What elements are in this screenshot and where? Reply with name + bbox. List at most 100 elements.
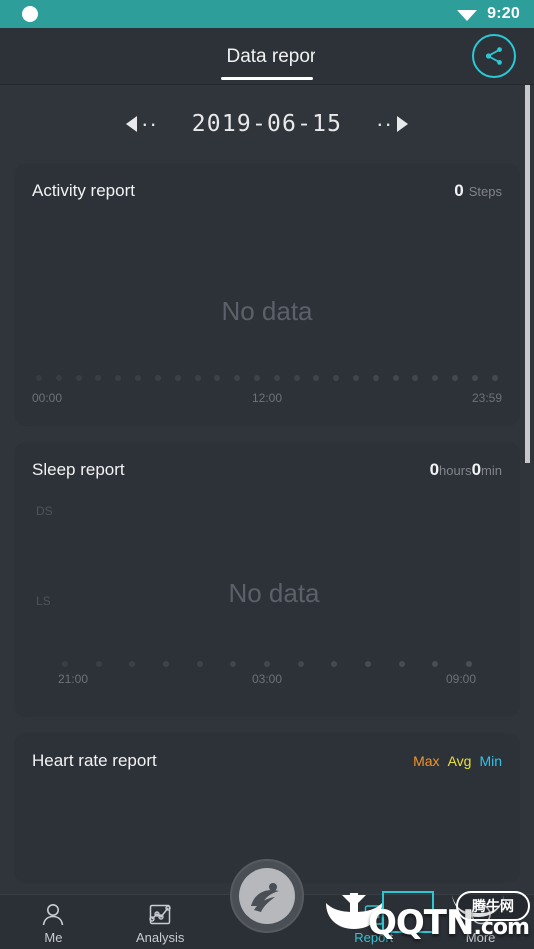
sleep-axis-labels: 21:00 03:00 09:00 <box>58 672 476 686</box>
axis-tick <box>196 661 203 667</box>
axis-tick <box>36 375 42 381</box>
sleep-report-card[interactable]: Sleep report 0 hours 0 min DS LS No data… <box>14 442 520 717</box>
axis-label: 03:00 <box>251 672 283 686</box>
nav-item-report[interactable]: Report <box>320 895 427 949</box>
share-icon <box>485 47 502 65</box>
circle-icon <box>22 6 38 22</box>
axis-tick <box>135 375 142 381</box>
next-dots: ·· <box>376 111 393 136</box>
sleep-minutes-value: 0 <box>471 460 482 479</box>
sleep-minutes-unit: min <box>481 463 502 478</box>
axis-tick <box>154 375 161 381</box>
person-icon <box>43 903 64 925</box>
axis-tick <box>398 661 405 667</box>
nav-label-me: Me <box>44 929 63 945</box>
app-bar: Data report <box>0 28 534 85</box>
activity-card-header: Activity report 0 Steps <box>14 163 520 201</box>
axis-tick <box>353 375 359 381</box>
axis-tick <box>75 375 82 381</box>
axis-tick <box>372 375 379 381</box>
axis-tick <box>293 375 300 381</box>
status-bar-right: 9:20 <box>456 5 520 23</box>
date-navigator: ·· 2019-06-15 ·· <box>0 85 534 163</box>
activity-card-title: Activity report <box>32 181 135 200</box>
runner-glyph <box>251 883 279 912</box>
status-bar-clock: 9:20 <box>487 5 520 22</box>
axis-tick <box>62 661 68 667</box>
axis-label: 23:59 <box>471 391 502 405</box>
sleep-empty-state: No data <box>228 578 320 608</box>
axis-tick <box>95 375 102 381</box>
axis-tick <box>230 661 237 667</box>
previous-day-button[interactable]: ·· <box>107 111 177 136</box>
prev-dots: ·· <box>141 111 158 136</box>
heart-rate-card-header: Heart rate report Max Avg Min <box>14 733 520 771</box>
axis-tick <box>95 661 102 667</box>
nav-label-more: More <box>465 929 496 945</box>
heart-rate-card-title: Heart rate report <box>32 751 157 770</box>
axis-tick <box>297 661 304 667</box>
axis-tick <box>331 661 338 667</box>
activity-report-card[interactable]: Activity report 0 Steps No data 00:00 12:… <box>14 163 520 426</box>
activity-empty-state: No data <box>221 296 313 326</box>
sleep-card-title: Sleep report <box>32 460 125 479</box>
axis-tick <box>253 375 260 381</box>
axis-tick <box>174 375 181 381</box>
axis-tick <box>234 375 241 381</box>
next-arrow-icon <box>396 116 408 132</box>
axis-tick <box>432 661 439 667</box>
heart-rate-legend-avg: Avg <box>447 753 472 769</box>
axis-tick <box>452 375 459 381</box>
axis-tick <box>364 661 371 667</box>
heart-rate-legend-min: Min <box>479 753 502 769</box>
tab-label: Data report <box>226 45 315 67</box>
app-logo-icon <box>239 868 295 924</box>
scrollbar-thumb[interactable] <box>525 85 530 463</box>
axis-tick <box>432 375 439 381</box>
app-root: 9:20 Data report ·· 2019-06-15 ·· Activi… <box>0 0 534 949</box>
axis-tick <box>214 375 221 381</box>
axis-tick <box>273 375 280 381</box>
axis-tick <box>491 375 498 381</box>
current-date: 2019-06-15 <box>191 111 343 137</box>
axis-tick <box>55 375 62 381</box>
sleep-hours-unit: hours <box>439 463 472 478</box>
axis-tick <box>313 375 320 381</box>
sleep-card-header: Sleep report 0 hours 0 min <box>14 442 520 480</box>
next-day-button[interactable]: ·· <box>357 111 427 136</box>
share-button[interactable] <box>472 34 516 78</box>
axis-tick <box>333 375 340 381</box>
nav-item-me[interactable]: Me <box>0 895 107 949</box>
activity-axis-ticks <box>36 375 498 381</box>
activity-axis-labels: 00:00 12:00 23:59 <box>32 391 502 405</box>
nav-item-more[interactable]: More <box>427 895 534 949</box>
center-action-button[interactable] <box>230 859 304 933</box>
sleep-card-metric: 0 hours 0 min <box>430 460 502 480</box>
axis-label: 12:00 <box>251 391 283 405</box>
chart-icon <box>149 904 171 924</box>
axis-tick <box>194 375 201 381</box>
nav-label-report: Report <box>354 929 394 945</box>
heart-rate-legend-max: Max <box>413 753 440 769</box>
axis-tick <box>412 375 419 381</box>
axis-label: 00:00 <box>32 391 63 405</box>
report-icon <box>364 904 384 925</box>
axis-tick <box>465 661 472 667</box>
activity-steps-value: 0 <box>454 181 464 200</box>
scroll-content[interactable]: ·· 2019-06-15 ·· Activity report 0 Steps… <box>0 85 534 949</box>
heart-rate-legend: Max Avg Min <box>413 753 502 769</box>
activity-card-metric: 0 Steps <box>454 181 502 201</box>
sleep-hours-value: 0 <box>429 460 440 479</box>
axis-tick <box>471 375 478 381</box>
status-bar: 9:20 <box>0 0 534 28</box>
axis-tick <box>115 375 122 381</box>
axis-label: 21:00 <box>58 672 89 686</box>
scrollbar-track[interactable] <box>525 85 532 949</box>
axis-tick <box>392 375 399 381</box>
axis-label: 09:00 <box>445 672 476 686</box>
wifi-icon <box>457 10 478 21</box>
axis-tick <box>162 661 169 667</box>
prev-arrow-icon <box>126 116 138 132</box>
nav-item-analysis[interactable]: Analysis <box>107 895 214 949</box>
tab-active-indicator <box>221 77 313 80</box>
